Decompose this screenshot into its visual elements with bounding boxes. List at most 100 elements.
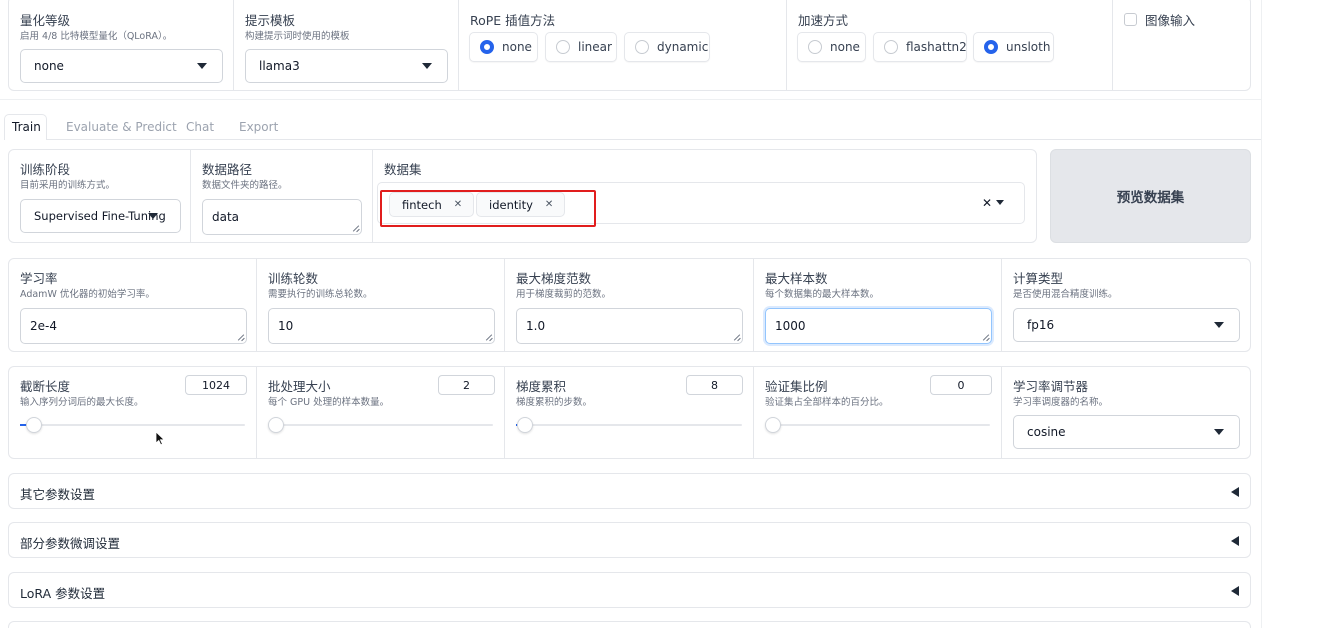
lr-input[interactable]: 2e-4	[20, 308, 247, 344]
cutoff-len-hint: 输入序列分词后的最大长度。	[20, 397, 144, 408]
batch-size-slider[interactable]	[268, 417, 493, 433]
max-grad-norm-cell: 最大梯度范数 用于梯度裁剪的范数。 1.0	[505, 259, 754, 351]
lr-scheduler-select[interactable]: cosine	[1013, 415, 1240, 449]
accel-option-none[interactable]: none	[797, 32, 866, 62]
cutoff-len-cell: 截断长度 输入序列分词后的最大长度。 1024	[9, 367, 257, 458]
batch-size-hint: 每个 GPU 处理的样本数量。	[268, 397, 390, 408]
data-dir-cell: 数据路径 数据文件夹的路径。 data	[191, 150, 373, 242]
cutoff-len-value: 1024	[202, 378, 230, 392]
rope-option-label: none	[502, 40, 532, 54]
slider-thumb[interactable]	[26, 417, 42, 433]
val-size-slider[interactable]	[765, 417, 990, 433]
radio-icon	[556, 40, 570, 54]
accordion-freeze-settings[interactable]: 部分参数微调设置	[8, 522, 1251, 558]
preview-dataset-label: 预览数据集	[1116, 190, 1185, 206]
chevron-down-icon	[422, 63, 432, 69]
training-params-panel: 学习率 AdamW 优化器的初始学习率。 2e-4 训练轮数 需要执行的训练总轮…	[8, 258, 1251, 352]
rope-option-none[interactable]: none	[469, 32, 538, 62]
chevron-down-icon	[1214, 322, 1224, 328]
accel-option-unsloth[interactable]: unsloth	[973, 32, 1054, 62]
quant-select[interactable]: none	[20, 49, 223, 83]
val-size-number[interactable]: 0	[930, 375, 992, 395]
accel-option-label: unsloth	[1006, 40, 1051, 54]
accel-cell: 加速方式 none flashattn2 unsloth	[787, 0, 1113, 90]
cutoff-len-number[interactable]: 1024	[185, 375, 247, 395]
data-dir-label: 数据路径	[202, 162, 253, 177]
max-grad-norm-label: 最大梯度范数	[516, 271, 592, 286]
batch-size-label: 批处理大小	[268, 379, 331, 394]
tab-active-border	[4, 114, 47, 140]
epochs-label: 训练轮数	[268, 271, 319, 286]
quant-hint: 启用 4/8 比特模型量化（QLoRA）。	[20, 31, 173, 42]
resize-handle-icon[interactable]	[237, 334, 244, 341]
batch-size-number[interactable]: 2	[438, 375, 495, 395]
rope-option-label: linear	[578, 40, 612, 54]
radio-selected-icon	[480, 40, 494, 54]
rope-option-linear[interactable]: linear	[545, 32, 617, 62]
slider-thumb[interactable]	[517, 417, 533, 433]
cutoff-len-slider[interactable]	[20, 417, 245, 433]
collapse-triangle-icon	[1231, 586, 1239, 596]
resize-handle-icon[interactable]	[982, 334, 989, 341]
template-label: 提示模板	[245, 13, 296, 28]
chevron-down-icon[interactable]	[996, 200, 1004, 205]
dataset-label: 数据集	[384, 162, 422, 177]
image-input-label: 图像输入	[1145, 13, 1196, 28]
lr-scheduler-cell: 学习率调节器 学习率调度器的名称。 cosine	[1002, 367, 1252, 458]
max-grad-norm-input[interactable]: 1.0	[516, 308, 743, 344]
grad-accum-hint: 梯度累积的步数。	[516, 397, 593, 408]
accel-label: 加速方式	[798, 13, 849, 28]
collapse-triangle-icon	[1231, 487, 1239, 497]
dataset-highlight-box	[380, 190, 596, 227]
max-samples-input[interactable]: 1000	[765, 308, 992, 344]
val-size-label: 验证集比例	[765, 379, 828, 394]
compute-type-select[interactable]: fp16	[1013, 308, 1240, 342]
stage-cell: 训练阶段 目前采用的训练方式。 Supervised Fine-Tuning	[9, 150, 191, 242]
collapse-triangle-icon	[1231, 536, 1239, 546]
accordion-lora-settings[interactable]: LoRA 参数设置	[8, 572, 1251, 608]
grad-accum-label: 梯度累积	[516, 379, 567, 394]
accel-option-flashattn2[interactable]: flashattn2	[873, 32, 967, 62]
data-dir-value: data	[212, 210, 240, 224]
tab-chat[interactable]: Chat	[186, 120, 214, 134]
lr-label: 学习率	[20, 271, 58, 286]
tab-evaluate-predict[interactable]: Evaluate & Predict	[66, 120, 177, 134]
lr-scheduler-hint: 学习率调度器的名称。	[1013, 397, 1109, 408]
accordion-other-settings[interactable]: 其它参数设置	[8, 473, 1251, 509]
grad-accum-slider[interactable]	[516, 417, 742, 433]
resize-handle-icon[interactable]	[352, 225, 359, 232]
rope-cell: RoPE 插值方法 none linear dynamic	[459, 0, 787, 90]
chevron-down-icon	[148, 213, 158, 219]
data-dir-input[interactable]: data	[202, 199, 362, 235]
template-select[interactable]: llama3	[245, 49, 448, 83]
tab-export[interactable]: Export	[239, 120, 278, 134]
dataset-row-panel: 训练阶段 目前采用的训练方式。 Supervised Fine-Tuning 数…	[8, 149, 1037, 243]
epochs-input[interactable]: 10	[268, 308, 495, 344]
radio-icon	[884, 40, 898, 54]
clear-icon[interactable]: ✕	[982, 196, 992, 210]
cutoff-len-label: 截断长度	[20, 379, 71, 394]
rope-option-dynamic[interactable]: dynamic	[624, 32, 710, 62]
image-input-checkbox[interactable]: 图像输入	[1124, 10, 1195, 29]
next-accordion-edge	[8, 621, 1251, 628]
lr-value: 2e-4	[30, 319, 57, 333]
slider-thumb[interactable]	[268, 417, 284, 433]
radio-icon	[808, 40, 822, 54]
preview-dataset-button[interactable]: 预览数据集	[1050, 149, 1251, 243]
stage-hint: 目前采用的训练方式。	[20, 180, 116, 191]
slider-thumb[interactable]	[765, 417, 781, 433]
chevron-down-icon	[197, 63, 207, 69]
resize-handle-icon[interactable]	[733, 334, 740, 341]
template-hint: 构建提示词时使用的模板	[245, 31, 350, 42]
resize-handle-icon[interactable]	[485, 334, 492, 341]
accel-option-label: none	[830, 40, 860, 54]
dataset-cell: 数据集 fintech ✕ identity ✕ ✕	[373, 150, 1038, 242]
top-separator	[0, 99, 1262, 100]
stage-select[interactable]: Supervised Fine-Tuning	[20, 199, 181, 233]
grad-accum-number[interactable]: 8	[686, 375, 743, 395]
image-input-cell: 图像输入	[1113, 0, 1252, 90]
epochs-hint: 需要执行的训练总轮数。	[268, 289, 373, 300]
stage-value: Supervised Fine-Tuning	[34, 209, 166, 223]
val-size-hint: 验证集占全部样本的百分比。	[765, 397, 889, 408]
compute-type-value: fp16	[1027, 318, 1055, 332]
